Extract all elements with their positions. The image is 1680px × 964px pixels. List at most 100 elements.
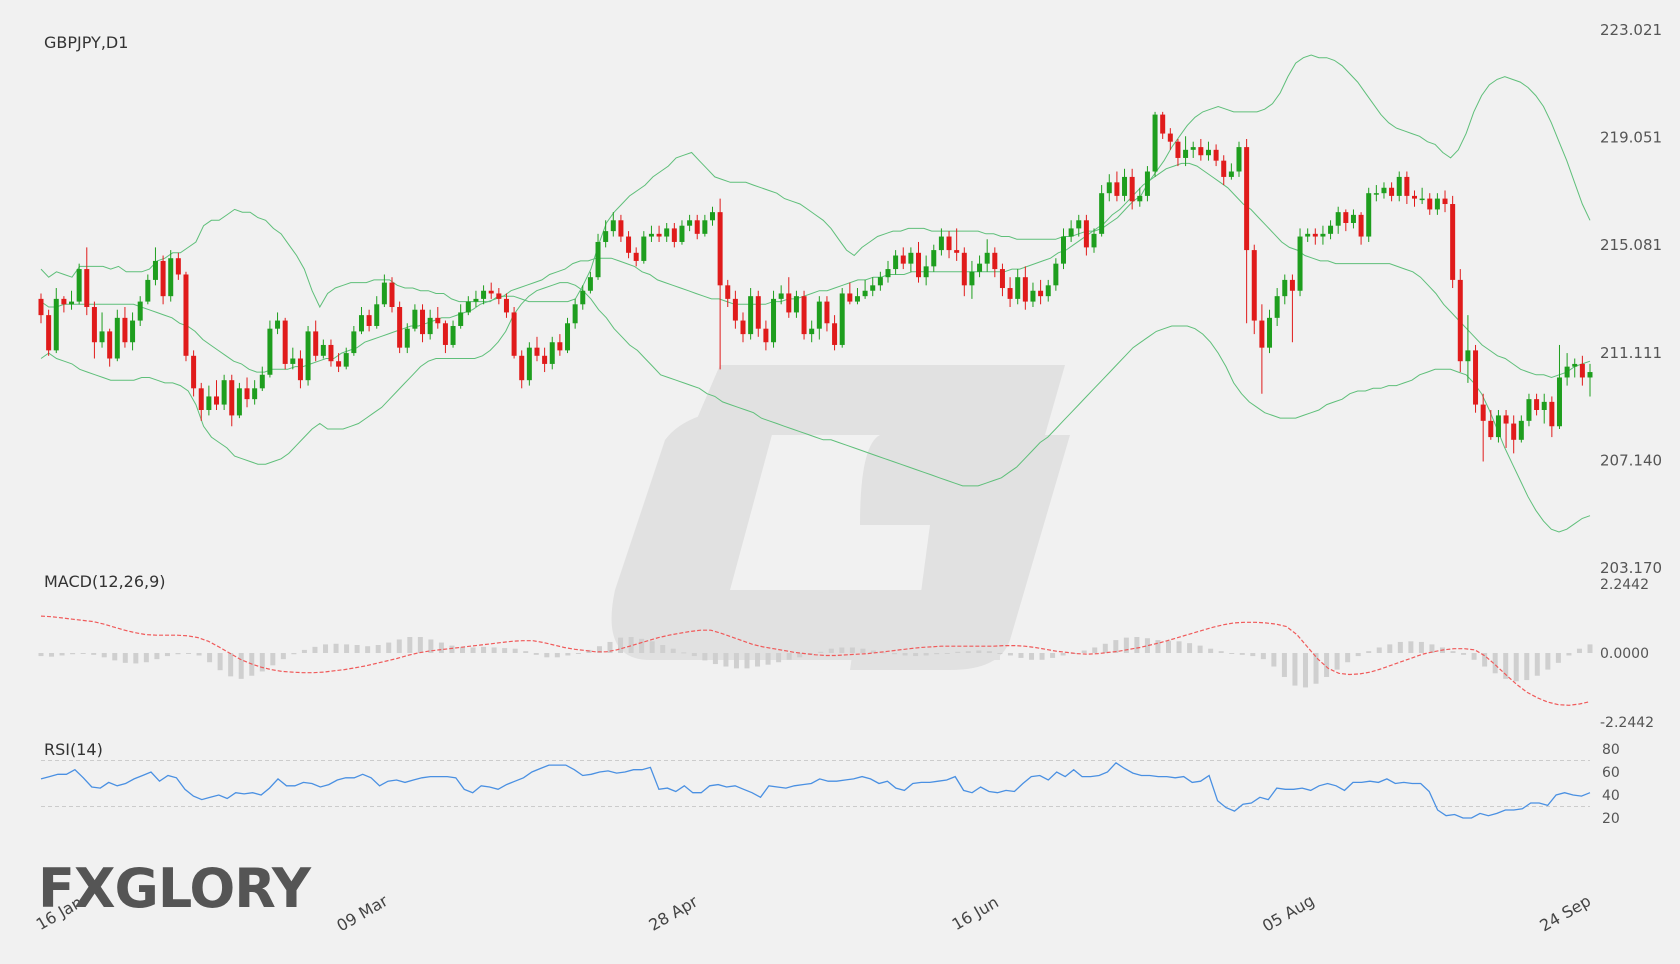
candlestick bbox=[557, 334, 563, 356]
macd-histogram-bar bbox=[923, 653, 929, 656]
candlestick bbox=[900, 247, 906, 270]
macd-histogram-bar bbox=[1534, 653, 1540, 676]
candle-body bbox=[236, 388, 242, 416]
candlestick bbox=[496, 288, 502, 305]
candle-body bbox=[1251, 250, 1257, 321]
candle-body bbox=[1167, 133, 1173, 142]
candlestick bbox=[671, 222, 677, 248]
macd-histogram-bar bbox=[892, 653, 898, 655]
candle-body bbox=[397, 307, 403, 348]
candlestick bbox=[954, 228, 960, 261]
candle-body bbox=[389, 282, 395, 308]
candle-body bbox=[870, 285, 876, 291]
candle-body bbox=[336, 361, 342, 367]
macd-histogram-bar bbox=[1408, 641, 1414, 653]
candlestick bbox=[1389, 182, 1395, 202]
macd-histogram-bar bbox=[259, 653, 265, 672]
candle-body bbox=[1495, 415, 1501, 438]
candle-body bbox=[648, 233, 654, 237]
candlestick bbox=[1122, 168, 1128, 202]
candle-body bbox=[763, 328, 769, 343]
candlestick bbox=[549, 336, 555, 370]
candlestick bbox=[107, 328, 113, 367]
macd-histogram-bar bbox=[207, 653, 213, 663]
brand-logo: FXGLORY bbox=[38, 862, 311, 916]
price-tick-label: 219.051 bbox=[1600, 129, 1662, 147]
candle-body bbox=[809, 328, 815, 335]
price-tick-label: 215.081 bbox=[1600, 236, 1662, 254]
candle-body bbox=[595, 241, 601, 278]
candlestick bbox=[152, 247, 158, 286]
candlestick bbox=[816, 296, 822, 340]
candlestick bbox=[313, 320, 319, 362]
macd-histogram-bar bbox=[681, 652, 687, 654]
candle-body bbox=[420, 309, 426, 335]
candle-body bbox=[1099, 193, 1105, 234]
candlestick bbox=[1541, 393, 1547, 424]
candle-body bbox=[999, 269, 1005, 289]
candlestick bbox=[1274, 288, 1280, 326]
candlestick bbox=[458, 304, 464, 329]
x-axis-tick-label: 28 Apr bbox=[645, 892, 701, 935]
macd-histogram-bar bbox=[280, 653, 286, 660]
candlestick bbox=[908, 247, 914, 272]
candle-body bbox=[1564, 366, 1570, 378]
candle-body bbox=[1030, 290, 1036, 302]
chart-container: 223.021 219.051 215.081 211.111 207.140 203.1… bbox=[0, 0, 1680, 960]
candlestick bbox=[267, 320, 273, 378]
macd-histogram-bar bbox=[1018, 653, 1024, 658]
macd-histogram-bar bbox=[1050, 653, 1056, 658]
macd-histogram-bar bbox=[1208, 648, 1214, 653]
candle-body bbox=[214, 396, 220, 405]
candlestick bbox=[236, 382, 242, 419]
candlestick bbox=[1221, 155, 1227, 186]
macd-histogram-bar bbox=[449, 645, 455, 653]
candlestick bbox=[1411, 190, 1417, 207]
macd-histogram-bar bbox=[312, 646, 318, 653]
candlestick bbox=[1488, 409, 1494, 440]
candle-body bbox=[1427, 198, 1433, 210]
candlestick bbox=[46, 309, 52, 356]
candle-body bbox=[229, 380, 235, 416]
candlestick bbox=[1366, 187, 1372, 242]
candle-body bbox=[1289, 279, 1295, 291]
macd-histogram-bar bbox=[470, 647, 476, 653]
candlestick bbox=[618, 214, 624, 242]
candle-body bbox=[1236, 147, 1242, 172]
candle-body bbox=[38, 298, 44, 316]
candle-body bbox=[1122, 176, 1128, 196]
candle-body bbox=[1297, 236, 1303, 291]
candle-body bbox=[1213, 149, 1219, 161]
candle-body bbox=[1511, 423, 1517, 440]
candle-body bbox=[618, 220, 624, 237]
candle-body bbox=[534, 347, 540, 356]
candlestick bbox=[1358, 212, 1364, 245]
candlestick bbox=[565, 317, 571, 354]
macd-histogram-bar bbox=[238, 653, 244, 679]
candle-body bbox=[1022, 277, 1028, 302]
macd-histogram-bar bbox=[902, 653, 908, 656]
rsi-title: RSI(14) bbox=[44, 740, 103, 759]
candle-body bbox=[824, 301, 830, 324]
macd-histogram-bar bbox=[80, 653, 86, 654]
macd-histogram-bar bbox=[1187, 643, 1193, 653]
candlestick bbox=[214, 380, 220, 410]
macd-histogram-bar bbox=[70, 653, 76, 655]
candlestick bbox=[69, 290, 75, 310]
macd-histogram-bar bbox=[1039, 653, 1045, 660]
macd-histogram-bar bbox=[639, 638, 645, 653]
macd-histogram-bar bbox=[1461, 653, 1467, 655]
candle-body bbox=[488, 290, 494, 294]
candlestick bbox=[1503, 409, 1509, 448]
candle-body bbox=[206, 396, 212, 410]
macd-histogram-bar bbox=[154, 653, 160, 660]
candlestick bbox=[786, 277, 792, 318]
candlestick bbox=[542, 347, 548, 373]
macd-histogram-bar bbox=[1081, 650, 1087, 653]
macd-histogram-bar bbox=[407, 637, 413, 653]
candle-body bbox=[61, 298, 67, 305]
candlestick bbox=[160, 255, 166, 305]
macd-histogram-bar bbox=[649, 641, 655, 653]
candle-body bbox=[1549, 401, 1555, 427]
macd-histogram-bar bbox=[755, 653, 761, 667]
